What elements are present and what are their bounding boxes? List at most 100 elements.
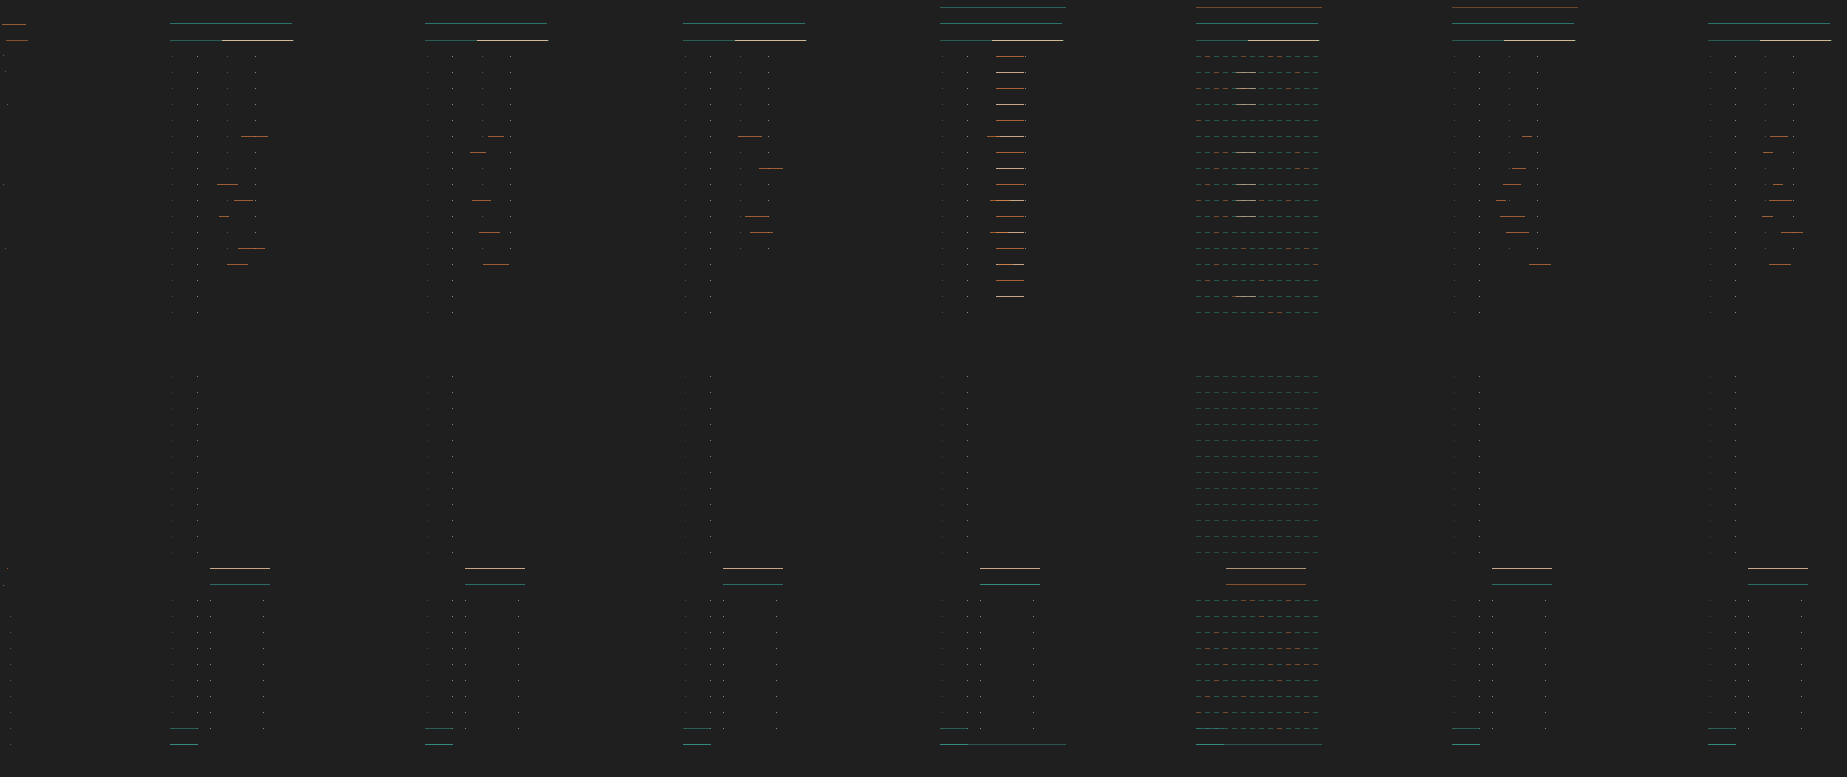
code-dot	[980, 632, 981, 633]
code-token	[1259, 536, 1264, 537]
code-dot	[1454, 312, 1455, 313]
code-dot	[1710, 712, 1711, 713]
code-token	[1304, 536, 1309, 537]
minimap-pane-6[interactable]	[1452, 0, 1582, 777]
code-dot	[980, 728, 981, 729]
code-dot	[942, 552, 943, 553]
code-token	[488, 136, 504, 137]
code-token	[1259, 440, 1264, 441]
code-token	[996, 152, 1024, 153]
code-dot	[967, 152, 968, 153]
code-dot	[197, 152, 198, 153]
code-dot	[172, 120, 173, 121]
code-token	[1259, 184, 1264, 185]
code-dot	[1454, 408, 1455, 409]
code-dot	[10, 712, 11, 713]
code-dot	[1479, 520, 1480, 521]
code-token	[1214, 520, 1219, 521]
code-token	[1295, 168, 1300, 169]
code-dot	[197, 184, 198, 185]
code-token	[1304, 408, 1309, 409]
code-token	[1492, 584, 1552, 585]
minimap-pane-3[interactable]	[683, 0, 813, 777]
code-dot	[685, 616, 686, 617]
code-token	[1241, 520, 1246, 521]
code-dot	[452, 168, 453, 169]
code-token	[1232, 680, 1237, 681]
code-token	[1277, 616, 1282, 617]
code-dot	[942, 600, 943, 601]
code-dot	[427, 504, 428, 505]
code-dot	[1735, 264, 1736, 265]
minimap-pane-0[interactable]	[0, 0, 40, 777]
code-token	[1268, 648, 1273, 649]
code-dot	[1545, 664, 1546, 665]
code-dot	[1801, 632, 1802, 633]
code-dot	[172, 56, 173, 57]
code-token	[1196, 184, 1201, 185]
code-token	[1236, 296, 1256, 297]
code-token	[1773, 184, 1783, 185]
code-dot	[197, 456, 198, 457]
code-dot	[723, 696, 724, 697]
code-token	[1241, 664, 1246, 665]
code-token	[1304, 376, 1309, 377]
minimap-pane-7[interactable]	[1708, 0, 1838, 777]
code-token	[1313, 504, 1318, 505]
code-dot	[1025, 136, 1026, 137]
minimap-pane-1[interactable]	[170, 0, 300, 777]
code-dot	[1710, 296, 1711, 297]
minimap-pane-4[interactable]	[940, 0, 1070, 777]
code-token	[1286, 648, 1291, 649]
code-dot	[510, 200, 511, 201]
code-token	[1205, 376, 1210, 377]
code-dot	[227, 248, 228, 249]
code-token	[1304, 136, 1309, 137]
code-token	[1259, 104, 1264, 105]
code-dot	[967, 600, 968, 601]
code-dot	[710, 408, 711, 409]
code-dot	[723, 600, 724, 601]
code-dot	[1033, 616, 1034, 617]
code-token	[1286, 280, 1291, 281]
code-token	[1286, 600, 1291, 601]
code-dot	[10, 632, 11, 633]
code-dot	[1492, 712, 1493, 713]
code-dot	[452, 120, 453, 121]
code-token	[1214, 616, 1219, 617]
code-token	[227, 264, 248, 265]
code-token	[1496, 200, 1506, 201]
code-token	[1223, 264, 1228, 265]
code-dot	[172, 136, 173, 137]
code-dot	[942, 424, 943, 425]
code-dot	[427, 72, 428, 73]
code-dot	[172, 104, 173, 105]
code-token	[1196, 472, 1201, 473]
code-token	[1250, 696, 1255, 697]
code-token	[1232, 280, 1237, 281]
code-dot	[685, 88, 686, 89]
minimap-pane-2[interactable]	[425, 0, 555, 777]
code-dot	[172, 248, 173, 249]
code-token	[1268, 520, 1273, 521]
code-dot	[510, 216, 511, 217]
code-token	[1250, 120, 1255, 121]
code-token	[1268, 712, 1273, 713]
code-token	[1268, 184, 1273, 185]
code-dot	[710, 376, 711, 377]
code-dot	[518, 632, 519, 633]
code-dot	[685, 680, 686, 681]
code-token	[1214, 88, 1219, 89]
code-token	[1295, 56, 1300, 57]
minimap-pane-5[interactable]	[1196, 0, 1326, 777]
code-token	[1226, 584, 1306, 585]
code-dot	[710, 168, 711, 169]
code-token	[1313, 536, 1318, 537]
code-token	[1250, 504, 1255, 505]
code-dot	[768, 200, 769, 201]
code-dot	[172, 264, 173, 265]
code-token	[1277, 632, 1282, 633]
code-token	[1529, 264, 1551, 265]
code-dot	[1735, 712, 1736, 713]
code-token	[996, 184, 1024, 185]
